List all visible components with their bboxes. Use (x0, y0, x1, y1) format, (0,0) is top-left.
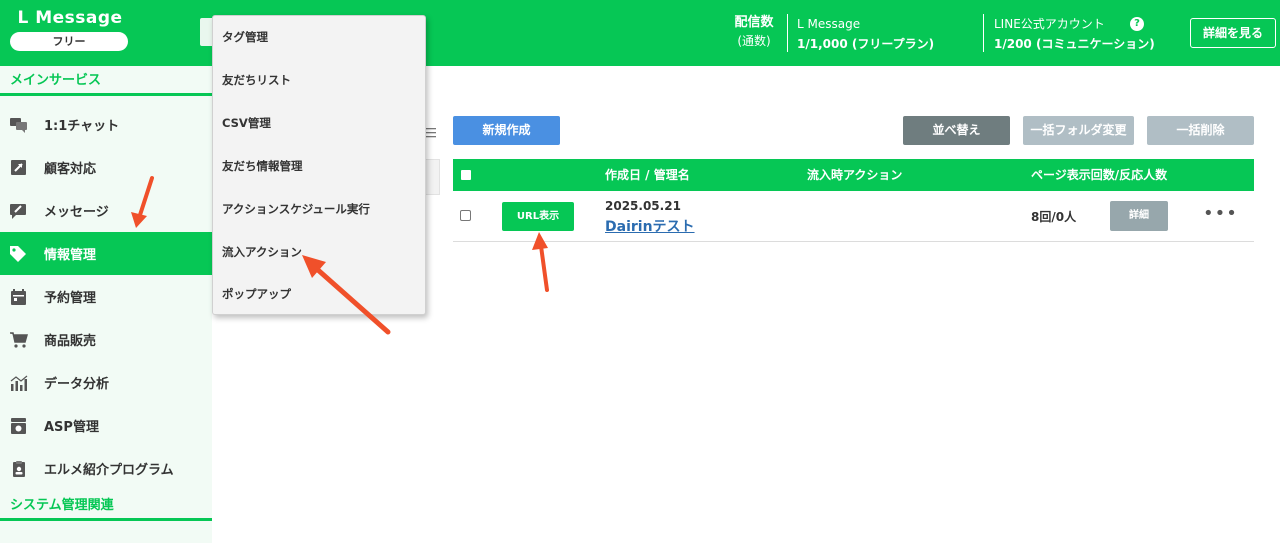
section-main-services: メインサービス (0, 66, 212, 96)
sidebar-item-label: メッセージ (44, 205, 109, 220)
sidebar-item-label: エルメ紹介プログラム (44, 463, 174, 478)
sidebar-item-label: 商品販売 (44, 334, 97, 349)
info-management-dropdown: タグ管理 友だちリスト CSV管理 友だち情報管理 アクションスケジュール実行 … (212, 15, 426, 315)
top-header: L Message フリー 配信数 (通数) L Message 1/1,000… (0, 0, 1280, 66)
management-name-link[interactable]: Dairinテスト (605, 216, 695, 236)
sidebar-item-label: 予約管理 (44, 291, 97, 306)
new-create-button[interactable]: 新規作成 (453, 116, 560, 145)
sidebar-item-sales[interactable]: 商品販売 (0, 318, 212, 361)
column-inflow-action: 流入時アクション (807, 168, 903, 182)
brand-name: L Message (17, 8, 123, 28)
sidebar-item-chat[interactable]: 1:1チャット (0, 103, 212, 146)
sidebar-item-label: 1:1チャット (44, 119, 120, 134)
bulk-delete-button[interactable]: 一括削除 (1147, 116, 1254, 145)
bulk-folder-change-button[interactable]: 一括フォルダ変更 (1023, 116, 1134, 145)
detail-button[interactable]: 詳細 (1110, 201, 1168, 231)
menu-item-friend-list[interactable]: 友だちリスト (222, 72, 291, 88)
menu-item-tag-management[interactable]: タグ管理 (222, 29, 268, 45)
created-date: 2025.05.21 (605, 199, 681, 213)
menu-item-friend-info-management[interactable]: 友だち情報管理 (222, 158, 303, 174)
table-header: 作成日 / 管理名 流入時アクション ページ表示回数/反応人数 (453, 159, 1254, 191)
column-created-name: 作成日 / 管理名 (605, 168, 690, 182)
asp-icon (10, 417, 28, 434)
row-checkbox[interactable] (460, 210, 471, 221)
select-all-checkbox[interactable] (461, 170, 471, 180)
brand[interactable]: L Message フリー (10, 8, 130, 51)
section-system: システム管理関連 (0, 491, 212, 521)
lmessage-usage: L Message 1/1,000 (フリープラン) (797, 14, 934, 54)
delivery-sub-label: (通数) (737, 34, 771, 48)
sidebar-item-label: 情報管理 (44, 248, 97, 263)
arrow-box-icon (10, 159, 28, 176)
table-row: URL表示 2025.05.21 Dairinテスト 8回/0人 詳細 ••• (453, 191, 1254, 242)
sidebar: メインサービス 1:1チャット 顧客対応 メッセージ 情報管理 予約管理 商品販 (0, 66, 212, 543)
calendar-icon (10, 288, 28, 305)
sidebar-item-info-management[interactable]: 情報管理 (0, 232, 212, 275)
view-details-button[interactable]: 詳細を見る (1190, 18, 1276, 48)
help-icon[interactable]: ? (1130, 17, 1144, 31)
sidebar-item-message[interactable]: メッセージ (0, 189, 212, 232)
header-divider (983, 14, 984, 52)
sidebar-item-label: データ分析 (44, 377, 110, 392)
sidebar-item-analytics[interactable]: データ分析 (0, 361, 212, 404)
menu-item-action-schedule[interactable]: アクションスケジュール実行 (222, 201, 370, 217)
column-page-views: ページ表示回数/反応人数 (1031, 168, 1168, 182)
badge-icon (10, 460, 28, 477)
chat-icon (10, 117, 28, 133)
menu-item-csv-management[interactable]: CSV管理 (222, 115, 271, 131)
delivery-count-label: 配信数 (通数) (728, 14, 780, 50)
delivery-label: 配信数 (734, 15, 774, 30)
tag-icon (10, 245, 28, 262)
sidebar-item-reservation[interactable]: 予約管理 (0, 275, 212, 318)
sidebar-item-label: ASP管理 (44, 420, 99, 435)
folder-panel (424, 159, 440, 195)
cart-icon (10, 331, 28, 348)
sidebar-item-label: 顧客対応 (44, 162, 97, 177)
sidebar-item-referral[interactable]: エルメ紹介プログラム (0, 447, 212, 490)
header-divider (787, 14, 788, 52)
sidebar-item-asp[interactable]: ASP管理 (0, 404, 212, 447)
more-options-icon[interactable]: ••• (1203, 203, 1238, 224)
url-display-button[interactable]: URL表示 (502, 202, 574, 231)
menu-item-inflow-action[interactable]: 流入アクション (222, 244, 302, 260)
sort-button[interactable]: 並べ替え (903, 116, 1010, 145)
message-edit-icon (10, 203, 28, 219)
chart-icon (10, 375, 28, 391)
line-account-value: 1/200 (コミュニケーション) (994, 37, 1155, 51)
lmessage-label: L Message (797, 17, 861, 31)
lmessage-value: 1/1,000 (フリープラン) (797, 37, 935, 51)
menu-item-popup[interactable]: ポップアップ (222, 286, 291, 302)
sidebar-item-customer[interactable]: 顧客対応 (0, 146, 212, 189)
view-count: 8回/0人 (1031, 210, 1077, 224)
plan-badge: フリー (10, 32, 128, 51)
